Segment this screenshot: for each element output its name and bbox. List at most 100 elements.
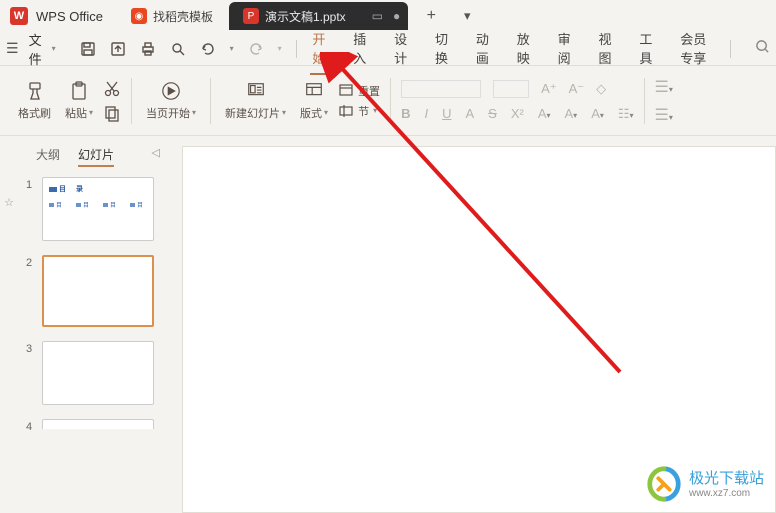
new-slide-label: 新建幻灯片▾ (225, 105, 286, 121)
copy-button[interactable] (103, 104, 121, 122)
ribbon-para-group: ☰▾ ☰▾ (649, 77, 679, 125)
clear-format-icon[interactable]: ◇ (596, 81, 606, 97)
section-label: 节 (358, 103, 369, 119)
thumb-num-4: 4 (26, 419, 36, 433)
watermark-logo-icon (645, 465, 683, 503)
menubar-right-separator (730, 40, 731, 58)
font-family-select[interactable] (401, 80, 481, 98)
redo-caret-icon[interactable]: ▾ (278, 44, 282, 53)
tab-insert[interactable]: 插入 (351, 23, 372, 75)
format-painter-label: 格式刷 (18, 105, 51, 121)
ribbon-tabs: 开始 插入 设计 切换 动画 放映 审阅 视图 工具 会员专享 (310, 23, 716, 75)
ribbon-sep-4 (644, 78, 645, 124)
thumb-row-4: 4 (26, 419, 170, 433)
tab-home[interactable]: 开始 (310, 23, 331, 75)
tab-view[interactable]: 视图 (597, 23, 618, 75)
paste-label: 粘贴▾ (65, 105, 93, 121)
from-current-label: 当页开始▾ (146, 105, 196, 121)
font-style-row: A⁺ A⁻ ◇ B I U A S X² A▾ A▾ A▾ ☷▾ (401, 80, 633, 122)
tab-member[interactable]: 会员专享 (678, 23, 716, 75)
ribbon-slides-group: 新建幻灯片▾ 版式▾ 重置 节▾ (215, 79, 386, 123)
watermark: 极光下载站 www.xz7.com (645, 465, 764, 503)
tab-window-controls: ▭ ● (372, 9, 401, 23)
clipboard-small-buttons (103, 80, 121, 122)
section-button[interactable]: 节▾ (338, 103, 380, 119)
format-painter-button[interactable]: 格式刷 (14, 79, 55, 123)
file-menu-caret-icon[interactable]: ▾ (52, 44, 56, 53)
numbering-icon[interactable]: ☰▾ (655, 105, 673, 125)
ribbon-slideshow-group: 当页开始▾ (136, 79, 206, 123)
watermark-text: 极光下载站 www.xz7.com (689, 470, 764, 499)
strikethrough-button[interactable]: S (488, 106, 497, 122)
tab-restore-icon[interactable]: ▭ (372, 9, 383, 23)
thumbnail-4[interactable] (42, 419, 154, 429)
print-icon[interactable] (140, 41, 156, 57)
slide-panel: 大纲 幻灯片 ◁ 1 目 录 目 目 目 目 (18, 136, 178, 513)
tab-slideshow[interactable]: 放映 (515, 23, 536, 75)
tab-tools[interactable]: 工具 (637, 23, 658, 75)
font-button-a[interactable]: A (465, 106, 474, 122)
paste-button[interactable]: 粘贴▾ (61, 79, 97, 123)
workspace: ☆ 大纲 幻灯片 ◁ 1 目 录 目 目 目 目 (0, 136, 776, 513)
reset-button[interactable]: 重置 (338, 83, 380, 99)
format-dropdown-icon[interactable]: ☷▾ (618, 106, 634, 122)
underline-button[interactable]: U (442, 106, 451, 122)
tab-transition[interactable]: 切换 (433, 23, 454, 75)
italic-button[interactable]: I (424, 106, 428, 122)
watermark-name: 极光下载站 (689, 470, 764, 488)
cut-button[interactable] (103, 80, 121, 98)
thumbnail-3[interactable] (42, 341, 154, 405)
thumbnail-2[interactable] (42, 255, 154, 327)
bullets-icon[interactable]: ☰▾ (655, 77, 673, 97)
thumb-num-2: 2 (26, 255, 36, 269)
ribbon: 格式刷 粘贴▾ 当页开始▾ 新建幻灯片▾ 版式▾ 重置 (0, 66, 776, 136)
watermark-url: www.xz7.com (689, 488, 764, 499)
export-icon[interactable] (110, 41, 126, 57)
slides-tab[interactable]: 幻灯片 (78, 146, 114, 167)
undo-caret-icon[interactable]: ▾ (230, 44, 234, 53)
undo-icon[interactable] (200, 41, 216, 57)
thumb-num-1: 1 (26, 177, 36, 191)
decrease-font-icon[interactable]: A⁻ (569, 81, 585, 97)
app-name: WPS Office (36, 9, 103, 24)
new-slide-button[interactable]: 新建幻灯片▾ (221, 79, 290, 123)
layout-label: 版式▾ (300, 105, 328, 121)
increase-font-icon[interactable]: A⁺ (541, 81, 557, 97)
highlight-button[interactable]: A▾ (565, 106, 578, 122)
ribbon-sep-1 (131, 78, 132, 124)
tab-docer-label: 找稻壳模板 (153, 8, 213, 25)
font-size-select[interactable] (493, 80, 529, 98)
thumb-1-title: 目 录 (49, 184, 147, 194)
thumb-row-3: 3 (26, 341, 170, 405)
menubar: ☰ 文件 ▾ ▾ ▾ 开始 插入 设计 切换 动画 放映 审阅 视图 工具 会员… (0, 32, 776, 66)
menubar-separator (296, 40, 297, 58)
panel-tabs: 大纲 幻灯片 ◁ (24, 140, 172, 173)
from-current-button[interactable]: 当页开始▾ (142, 79, 200, 123)
thumb-1-items: 目 目 目 目 (49, 200, 147, 209)
slide-canvas[interactable] (182, 146, 776, 513)
tab-close-icon[interactable]: ● (393, 9, 400, 23)
font-color-button[interactable]: A▾ (538, 106, 551, 122)
collapse-panel-icon[interactable]: ◁ (152, 146, 160, 167)
save-icon[interactable] (80, 41, 96, 57)
layout-button[interactable]: 版式▾ (296, 79, 332, 123)
ribbon-sep-2 (210, 78, 211, 124)
tab-review[interactable]: 审阅 (556, 23, 577, 75)
text-effect-button[interactable]: A▾ (591, 106, 604, 122)
bold-button[interactable]: B (401, 106, 410, 122)
tab-docer-templates[interactable]: ◉ 找稻壳模板 (117, 2, 227, 30)
redo-icon[interactable] (248, 41, 264, 57)
menubar-left: ☰ 文件 ▾ ▾ ▾ (6, 30, 282, 68)
tab-animation[interactable]: 动画 (474, 23, 495, 75)
quick-access-toolbar: ▾ ▾ (80, 41, 282, 57)
hamburger-icon[interactable]: ☰ (6, 40, 19, 57)
file-menu[interactable]: 文件 (29, 30, 42, 68)
tab-design[interactable]: 设计 (392, 23, 413, 75)
thumbnail-1[interactable]: 目 录 目 目 目 目 (42, 177, 154, 241)
search-icon[interactable] (755, 39, 770, 59)
superscript-button[interactable]: X² (511, 106, 524, 122)
outline-tab[interactable]: 大纲 (36, 146, 60, 167)
print-preview-icon[interactable] (170, 41, 186, 57)
thumb-row-2: 2 (26, 255, 170, 327)
favorite-icon[interactable]: ☆ (4, 196, 14, 209)
